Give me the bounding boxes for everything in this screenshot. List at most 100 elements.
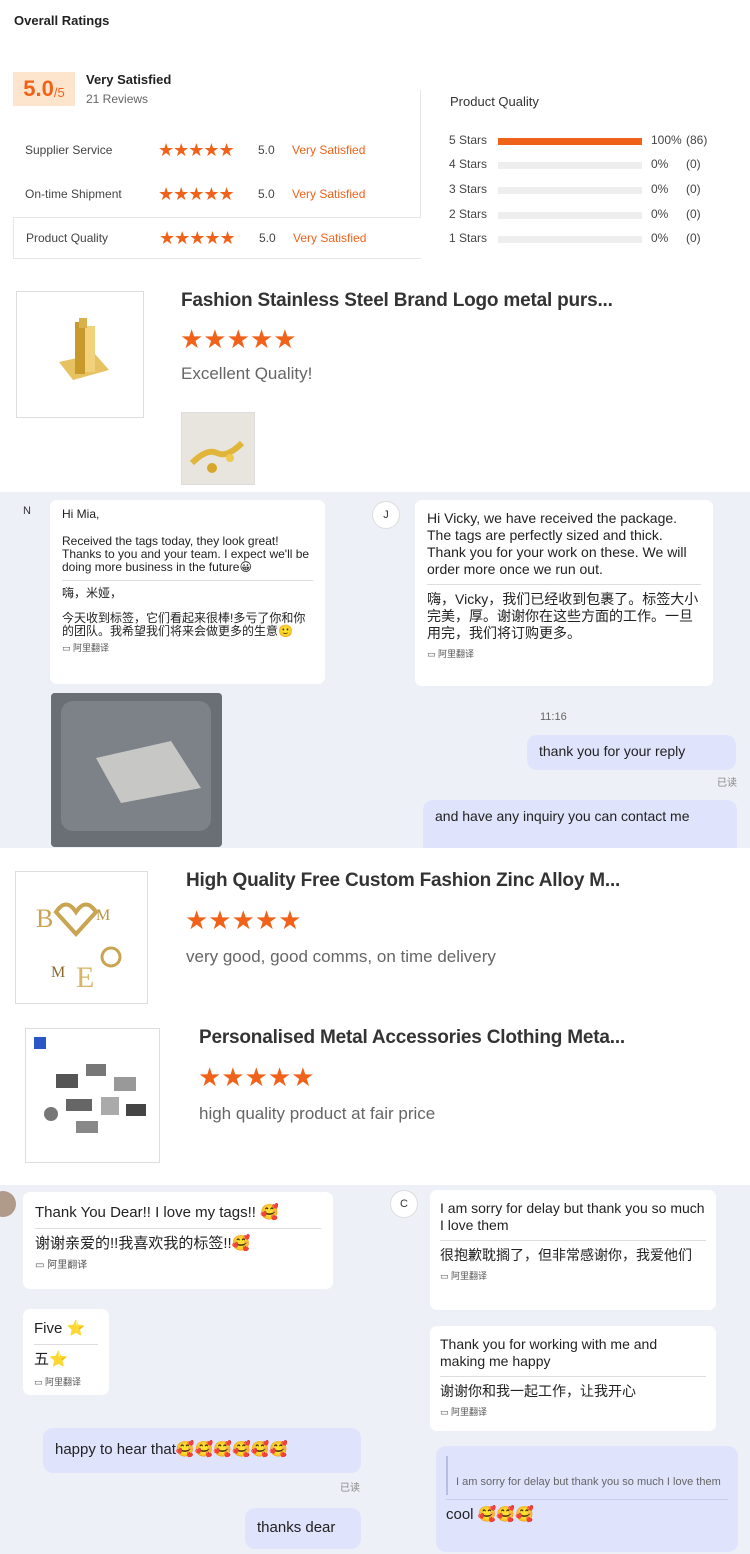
rating-row-product-quality[interactable]: Product Quality ★★★★★ 5.0 Very Satisfied	[13, 217, 421, 259]
photo-message[interactable]	[51, 693, 222, 847]
svg-text:B: B	[36, 904, 53, 933]
review-comment: very good, good comms, on time delivery	[186, 947, 496, 966]
translate-icon: ▭	[440, 1407, 449, 1417]
distribution-row[interactable]: 3 Stars 0% (0)	[449, 182, 739, 202]
message-text: Hi Vicky, we have received the package. …	[427, 510, 687, 577]
svg-text:E: E	[76, 961, 94, 994]
avatar-c: C	[390, 1190, 418, 1218]
translate-text: 阿里翻译	[451, 1407, 488, 1417]
divider	[420, 90, 421, 218]
product-thumbnail[interactable]	[25, 1028, 160, 1163]
product-thumbnail[interactable]: B M M E	[15, 871, 148, 1004]
rating-name: Supplier Service	[25, 143, 113, 157]
rating-score: 5.0	[258, 187, 275, 201]
message-translation: 今天收到标签，它们看起来很棒!多亏了你和你的团队。我希望我们将来会做更多的生意🙂	[62, 611, 306, 638]
divider	[440, 1240, 706, 1241]
translate-icon: ▭	[34, 1377, 43, 1387]
message-greeting: Hi Mia,	[62, 507, 100, 521]
translate-text: 阿里翻译	[73, 643, 110, 653]
my-message[interactable]: and have any inquiry you can contact me	[423, 800, 737, 848]
stars-label: 4 Stars	[449, 157, 488, 171]
distribution-bar	[498, 236, 642, 243]
translate-text: 阿里翻译	[45, 1377, 82, 1387]
review-count[interactable]: 21 Reviews	[86, 92, 148, 106]
message-bubble-c[interactable]: Thank you for working with me and making…	[430, 1326, 716, 1431]
distribution-row[interactable]: 5 Stars 100% (86)	[449, 133, 739, 153]
stars-label: 5 Stars	[449, 133, 488, 147]
translate-label: ▭ 阿里翻译	[34, 1373, 98, 1391]
rating-row-on-time-shipment: On-time Shipment ★★★★★ 5.0 Very Satisfie…	[13, 173, 421, 215]
translate-icon: ▭	[440, 1271, 449, 1281]
distribution-bar	[498, 187, 642, 194]
my-message[interactable]: happy to hear that🥰🥰🥰🥰🥰🥰	[43, 1428, 361, 1473]
percent-label: 0%	[651, 182, 669, 196]
message-bubble-n[interactable]: Hi Mia, Received the tags today, they lo…	[50, 500, 325, 684]
message-bubble-j[interactable]: Hi Vicky, we have received the package. …	[415, 500, 713, 686]
my-message[interactable]: thank you for your reply	[527, 735, 736, 770]
metal-tag-photo	[51, 693, 222, 847]
avatar	[0, 1191, 16, 1217]
rating-name: On-time Shipment	[25, 187, 122, 201]
message-text: Thank You Dear!! I love my tags!! 🥰	[35, 1204, 279, 1221]
message-text: Received the tags today, they look great…	[62, 534, 310, 574]
translate-label: ▭ 阿里翻译	[62, 642, 313, 655]
rating-score: 5.0	[258, 143, 275, 157]
translate-text: 阿里翻译	[451, 1271, 488, 1281]
rating-label: Very Satisfied	[292, 187, 366, 201]
translate-text: 阿里翻译	[47, 1260, 88, 1271]
divider	[34, 1344, 98, 1345]
avatar-j: J	[372, 501, 400, 529]
review-product-title[interactable]: Fashion Stainless Steel Brand Logo metal…	[181, 290, 613, 312]
message-bubble-c[interactable]: I am sorry for delay but thank you so mu…	[430, 1190, 716, 1310]
rating-label: Very Satisfied	[292, 143, 366, 157]
gold-chain-image	[182, 413, 254, 484]
count-label: (86)	[686, 133, 708, 147]
review-product-title[interactable]: High Quality Free Custom Fashion Zinc Al…	[186, 870, 620, 892]
read-status: 已读	[340, 1483, 360, 1494]
svg-text:M: M	[96, 907, 110, 924]
divider	[427, 584, 701, 585]
count-label: (0)	[686, 207, 701, 221]
review-stars: ★★★★★	[180, 324, 297, 354]
distribution-bar	[498, 212, 642, 219]
message-text: I am sorry for delay but thank you so mu…	[440, 1200, 705, 1233]
divider	[440, 1376, 706, 1377]
review-comment: Excellent Quality!	[181, 364, 313, 383]
message-text: Thank you for working with me and making…	[440, 1336, 658, 1369]
review-comment: high quality product at fair price	[199, 1104, 436, 1123]
translate-icon: ▭	[35, 1260, 45, 1271]
quoted-message: I am sorry for delay but thank you so mu…	[446, 1456, 728, 1495]
review-photo[interactable]	[181, 412, 255, 485]
message-bubble[interactable]: Thank You Dear!! I love my tags!! 🥰 谢谢亲爱…	[23, 1192, 333, 1289]
my-message-with-quote[interactable]: I am sorry for delay but thank you so mu…	[436, 1446, 738, 1552]
chat-screenshot-1: N Hi Mia, Received the tags today, they …	[0, 492, 750, 848]
summary-label: Very Satisfied	[86, 72, 172, 87]
percent-label: 0%	[651, 231, 669, 245]
rating-stars: ★★★★★	[159, 227, 236, 248]
message-translation: 嗨，Vicky，我们已经收到包裹了。标签大小完美，厚。谢谢你在这些方面的工作。一…	[427, 591, 699, 641]
translate-label: ▭ 阿里翻译	[427, 646, 701, 663]
percent-label: 0%	[651, 157, 669, 171]
rating-label: Very Satisfied	[293, 231, 367, 245]
message-text: Five ⭐	[34, 1320, 86, 1337]
product-thumbnail[interactable]	[16, 291, 144, 418]
distribution-row[interactable]: 2 Stars 0% (0)	[449, 207, 739, 227]
message-translation: 五⭐	[34, 1351, 68, 1368]
my-message[interactable]: thanks dear	[245, 1508, 361, 1549]
message-bubble[interactable]: Five ⭐ 五⭐ ▭ 阿里翻译	[23, 1309, 109, 1395]
overall-ratings-title: Overall Ratings	[14, 13, 110, 28]
message-translation: 嗨，米娅，	[62, 586, 123, 600]
read-status: 已读	[717, 778, 737, 789]
distribution-row[interactable]: 4 Stars 0% (0)	[449, 157, 739, 177]
svg-text:M: M	[51, 964, 65, 981]
percent-label: 100%	[651, 133, 682, 147]
translate-label: ▭ 阿里翻译	[440, 1268, 706, 1285]
score-value: 5.0	[23, 76, 54, 101]
count-label: (0)	[686, 157, 701, 171]
message-translation: 谢谢你和我一起工作，让我开心	[440, 1383, 636, 1399]
review-product-title[interactable]: Personalised Metal Accessories Clothing …	[199, 1027, 625, 1049]
message-text: cool 🥰🥰🥰	[446, 1506, 534, 1523]
metal-labels-image	[26, 1029, 159, 1162]
percent-label: 0%	[651, 207, 669, 221]
distribution-row[interactable]: 1 Stars 0% (0)	[449, 231, 739, 251]
